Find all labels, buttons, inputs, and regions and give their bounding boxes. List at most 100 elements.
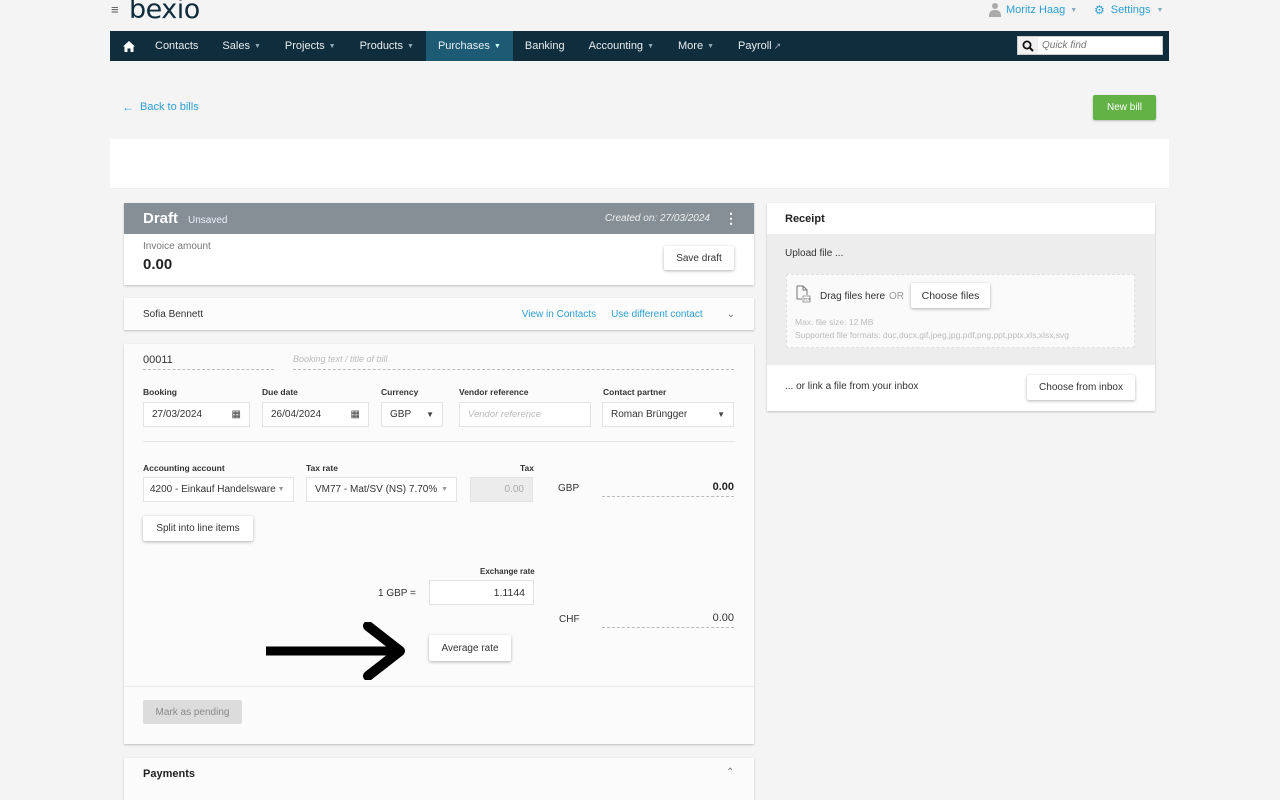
accounting-account-label: Accounting account	[143, 463, 225, 473]
currency-select[interactable]: GBP ▼	[381, 402, 443, 427]
bill-number-field[interactable]: 00011	[143, 354, 274, 370]
header-strip	[110, 139, 1169, 189]
use-different-contact-link[interactable]: Use different contact	[611, 309, 703, 320]
nav-payroll[interactable]: Payroll ↗	[726, 31, 793, 61]
home-icon	[123, 40, 135, 52]
nav-label: Accounting	[588, 40, 644, 52]
inbox-link-text: ... or link a file from your inbox	[785, 381, 919, 392]
bexio-logo[interactable]: bexio	[129, 0, 200, 25]
pdf-file-icon: PDF	[796, 285, 811, 303]
booking-text-field[interactable]: Booking text / title of bill	[293, 354, 734, 370]
accounting-account-select[interactable]: 4200 - Einkauf Handelsware ▼	[143, 477, 294, 502]
tax-label: Tax	[520, 463, 535, 473]
nav-label: Banking	[524, 40, 565, 52]
nav-home[interactable]	[110, 31, 143, 61]
nav-sales[interactable]: Sales ▼	[210, 31, 272, 61]
nav-label: Products	[359, 40, 403, 52]
draft-status: Draft	[143, 210, 179, 227]
mark-as-pending-button: Mark as pending	[143, 700, 242, 724]
contact-partner-select[interactable]: Roman Brüngger ▼	[602, 402, 734, 427]
payments-card: Payments ⌃	[124, 758, 754, 800]
drag-files-text: Drag files here	[820, 291, 886, 302]
currency-label: Currency	[381, 387, 419, 397]
back-to-bills-link[interactable]: ← Back to bills	[122, 100, 199, 114]
tax-rate-label: Tax rate	[306, 463, 338, 473]
receipt-title: Receipt	[785, 213, 825, 225]
tax-amount-value: 0.00	[504, 484, 524, 495]
tax-rate-select[interactable]: VM77 - Mat/SV (NS) 7.70% ▼	[306, 477, 457, 502]
choose-files-button[interactable]: Choose files	[911, 283, 990, 308]
nav-products[interactable]: Products ▼	[348, 31, 426, 61]
caret-down-icon: ▼	[717, 410, 725, 419]
nav-label: Sales	[222, 40, 250, 52]
booking-date-input[interactable]: 27/03/2024 ▦	[143, 402, 250, 427]
calendar-icon[interactable]: ▦	[351, 409, 360, 420]
search-icon	[1018, 37, 1038, 54]
draft-header: Draft Unsaved Created on: 27/03/2024 ⋮	[124, 203, 754, 234]
divider	[124, 686, 754, 687]
caret-down-icon: ▼	[707, 42, 714, 50]
supported-formats: Supported file formats: doc,docx,gif,jpe…	[795, 330, 1070, 340]
annotation-arrow-icon	[266, 622, 405, 680]
calendar-icon[interactable]: ▦	[232, 409, 241, 420]
chevron-down-icon[interactable]: ⌄	[727, 309, 735, 320]
nav-banking[interactable]: Banking	[513, 31, 577, 61]
file-drop-zone[interactable]: PDF Drag files here OR Choose files Max.…	[786, 274, 1135, 348]
draft-card: Draft Unsaved Created on: 27/03/2024 ⋮ I…	[124, 203, 754, 285]
nav-label: More	[678, 40, 704, 52]
accounting-account-value: 4200 - Einkauf Handelsware	[150, 484, 276, 495]
exchange-prefix: 1 GBP =	[378, 588, 416, 599]
receipt-card: Receipt Upload file ... PDF Drag files h…	[767, 203, 1155, 411]
bill-form-card: 00011 Booking text / title of bill Booki…	[124, 344, 754, 744]
nav-projects[interactable]: Projects ▼	[273, 31, 348, 61]
vendor-reference-label: Vendor reference	[459, 387, 529, 397]
save-draft-button[interactable]: Save draft	[664, 246, 734, 270]
hamburger-icon[interactable]: ≡	[111, 2, 119, 17]
gear-icon: ⚙	[1094, 3, 1105, 17]
or-text: OR	[889, 291, 904, 302]
contact-card: Sofia Bennett View in Contacts Use diffe…	[124, 298, 754, 330]
chf-amount: 0.00	[602, 612, 734, 628]
nav-label: Contacts	[155, 40, 199, 52]
caret-down-icon: ▼	[441, 486, 448, 493]
caret-down-icon: ▼	[426, 410, 434, 419]
kebab-menu-icon[interactable]: ⋮	[724, 210, 738, 227]
new-bill-button[interactable]: New bill	[1093, 95, 1156, 120]
exchange-rate-input[interactable]: 1.1144	[429, 580, 534, 605]
booking-date-value: 27/03/2024	[152, 409, 203, 420]
caret-down-icon: ▼	[1070, 6, 1078, 14]
average-rate-button[interactable]: Average rate	[429, 635, 511, 661]
nav-label: Purchases	[437, 40, 490, 52]
exchange-rate-value: 1.1144	[493, 586, 525, 599]
chevron-up-icon[interactable]: ⌃	[726, 767, 734, 778]
booking-label: Booking	[143, 387, 177, 397]
due-date-input[interactable]: 26/04/2024 ▦	[262, 402, 369, 427]
amount-input[interactable]: 0.00	[602, 481, 734, 497]
settings-menu[interactable]: ⚙ Settings ▼	[1094, 3, 1163, 17]
nav-accounting[interactable]: Accounting ▼	[577, 31, 666, 61]
choose-from-inbox-button[interactable]: Choose from inbox	[1027, 375, 1135, 400]
amount-currency: GBP	[558, 483, 580, 494]
external-link-icon: ↗	[773, 40, 782, 51]
nav-contacts[interactable]: Contacts	[143, 31, 210, 61]
invoice-amount: 0.00	[143, 256, 173, 273]
contact-partner-label: Contact partner	[603, 387, 667, 397]
quick-find[interactable]	[1017, 36, 1163, 55]
user-menu[interactable]: Moritz Haag ▼	[989, 3, 1077, 17]
due-date-label: Due date	[262, 387, 298, 397]
currency-value: GBP	[390, 409, 412, 420]
settings-label: Settings	[1110, 4, 1151, 16]
caret-down-icon: ▼	[407, 42, 414, 50]
vendor-reference-input[interactable]: Vendor reference	[459, 402, 591, 427]
tax-rate-value: VM77 - Mat/SV (NS) 7.70%	[315, 484, 438, 495]
user-name: Moritz Haag	[1006, 4, 1066, 16]
tax-amount-input: 0.00	[470, 477, 533, 502]
view-in-contacts-link[interactable]: View in Contacts	[522, 309, 596, 320]
nav-purchases[interactable]: Purchases ▼	[425, 31, 513, 61]
caret-down-icon: ▼	[253, 42, 261, 50]
nav-more[interactable]: More ▼	[666, 31, 726, 61]
split-into-line-items-button[interactable]: Split into line items	[143, 516, 253, 541]
due-date-value: 26/04/2024	[271, 409, 322, 420]
quick-find-input[interactable]	[1038, 40, 1158, 51]
created-on: Created on: 27/03/2024	[604, 213, 710, 224]
